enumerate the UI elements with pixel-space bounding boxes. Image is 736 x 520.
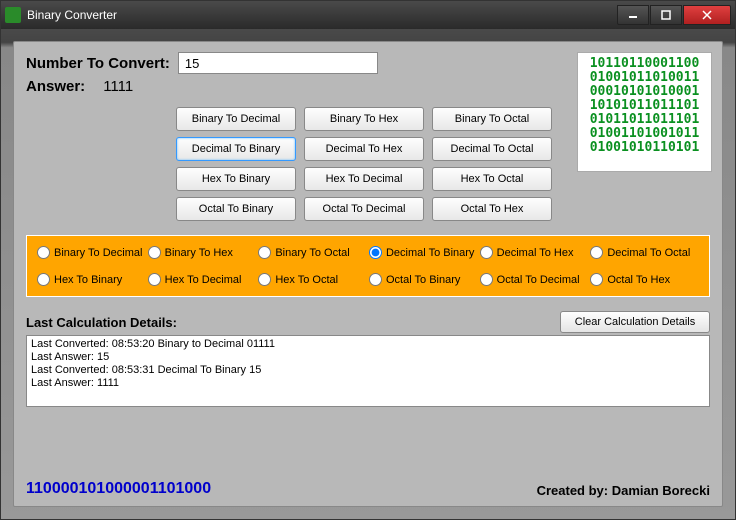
- radio-hex-to-octal[interactable]: Hex To Octal: [258, 273, 367, 286]
- details-line: Last Converted: 08:53:31 Decimal To Bina…: [31, 364, 705, 377]
- binary-art: 10110110001100 01001011010011 0001010101…: [577, 52, 712, 172]
- close-button[interactable]: [683, 5, 731, 25]
- hex-to-decimal-button[interactable]: Hex To Decimal: [304, 167, 424, 191]
- radio-decimal-to-binary[interactable]: Decimal To Binary: [369, 246, 478, 259]
- decimal-to-hex-button[interactable]: Decimal To Hex: [304, 137, 424, 161]
- details-box[interactable]: Last Converted: 08:53:20 Binary to Decim…: [26, 335, 710, 407]
- radio-binary-to-octal[interactable]: Binary To Octal: [258, 246, 367, 259]
- radio-octal-to-hex[interactable]: Octal To Hex: [590, 273, 699, 286]
- answer-value: 1111: [103, 78, 133, 95]
- radio-octal-to-decimal[interactable]: Octal To Decimal: [480, 273, 589, 286]
- radio-hex-to-decimal[interactable]: Hex To Decimal: [148, 273, 257, 286]
- minimize-button[interactable]: [617, 5, 649, 25]
- octal-to-binary-button[interactable]: Octal To Binary: [176, 197, 296, 221]
- details-line: Last Answer: 1111: [31, 377, 705, 390]
- credit-text: Created by: Damian Borecki: [537, 483, 710, 498]
- radio-decimal-to-hex[interactable]: Decimal To Hex: [480, 246, 589, 259]
- details-line: Last Converted: 08:53:20 Binary to Decim…: [31, 338, 705, 351]
- number-input[interactable]: [178, 52, 378, 74]
- hex-to-binary-button[interactable]: Hex To Binary: [176, 167, 296, 191]
- radio-binary-to-decimal[interactable]: Binary To Decimal: [37, 246, 146, 259]
- number-to-convert-label: Number To Convert:: [26, 55, 170, 72]
- conversion-radio-group: Binary To Decimal Binary To Hex Binary T…: [26, 235, 710, 297]
- hex-to-octal-button[interactable]: Hex To Octal: [432, 167, 552, 191]
- radio-binary-to-hex[interactable]: Binary To Hex: [148, 246, 257, 259]
- details-label: Last Calculation Details:: [26, 315, 177, 330]
- radio-decimal-to-octal[interactable]: Decimal To Octal: [590, 246, 699, 259]
- binary-to-decimal-button[interactable]: Binary To Decimal: [176, 107, 296, 131]
- answer-label: Answer:: [26, 78, 85, 95]
- octal-to-decimal-button[interactable]: Octal To Decimal: [304, 197, 424, 221]
- binary-to-octal-button[interactable]: Binary To Octal: [432, 107, 552, 131]
- client-area: Number To Convert: Answer: 1111 10110110…: [1, 29, 735, 519]
- maximize-button[interactable]: [650, 5, 682, 25]
- clear-details-button[interactable]: Clear Calculation Details: [560, 311, 710, 333]
- window-title: Binary Converter: [27, 8, 616, 22]
- details-line: Last Answer: 15: [31, 351, 705, 364]
- radio-octal-to-binary[interactable]: Octal To Binary: [369, 273, 478, 286]
- octal-to-hex-button[interactable]: Octal To Hex: [432, 197, 552, 221]
- main-panel: Number To Convert: Answer: 1111 10110110…: [13, 41, 723, 507]
- decimal-to-octal-button[interactable]: Decimal To Octal: [432, 137, 552, 161]
- app-icon: [5, 7, 21, 23]
- titlebar[interactable]: Binary Converter: [1, 1, 735, 29]
- radio-hex-to-binary[interactable]: Hex To Binary: [37, 273, 146, 286]
- bottom-binary-text: 110000101000001101000: [26, 480, 211, 498]
- binary-to-hex-button[interactable]: Binary To Hex: [304, 107, 424, 131]
- decimal-to-binary-button[interactable]: Decimal To Binary: [176, 137, 296, 161]
- app-window: Binary Converter Number To Convert: Answ…: [0, 0, 736, 520]
